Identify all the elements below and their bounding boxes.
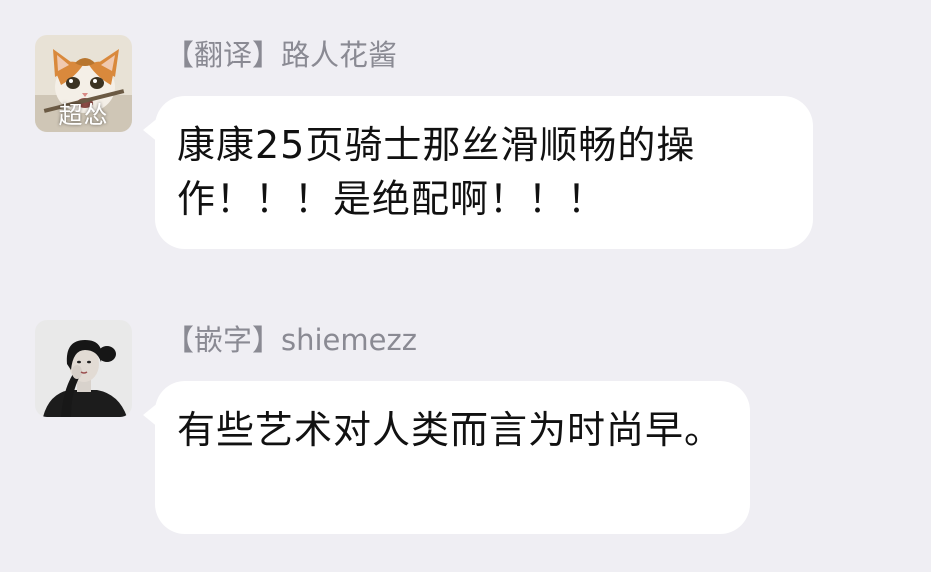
sender-name: 【嵌字】shiemezz	[165, 323, 417, 357]
chat-message-2: 【嵌字】shiemezz 有些艺术对人类而言为时尚早。	[0, 0, 931, 572]
avatar[interactable]	[35, 320, 132, 417]
message-text: 有些艺术对人类而言为时尚早。	[177, 408, 724, 452]
woman-photo-avatar-icon	[35, 320, 132, 417]
message-bubble[interactable]: 有些艺术对人类而言为时尚早。	[155, 381, 750, 534]
